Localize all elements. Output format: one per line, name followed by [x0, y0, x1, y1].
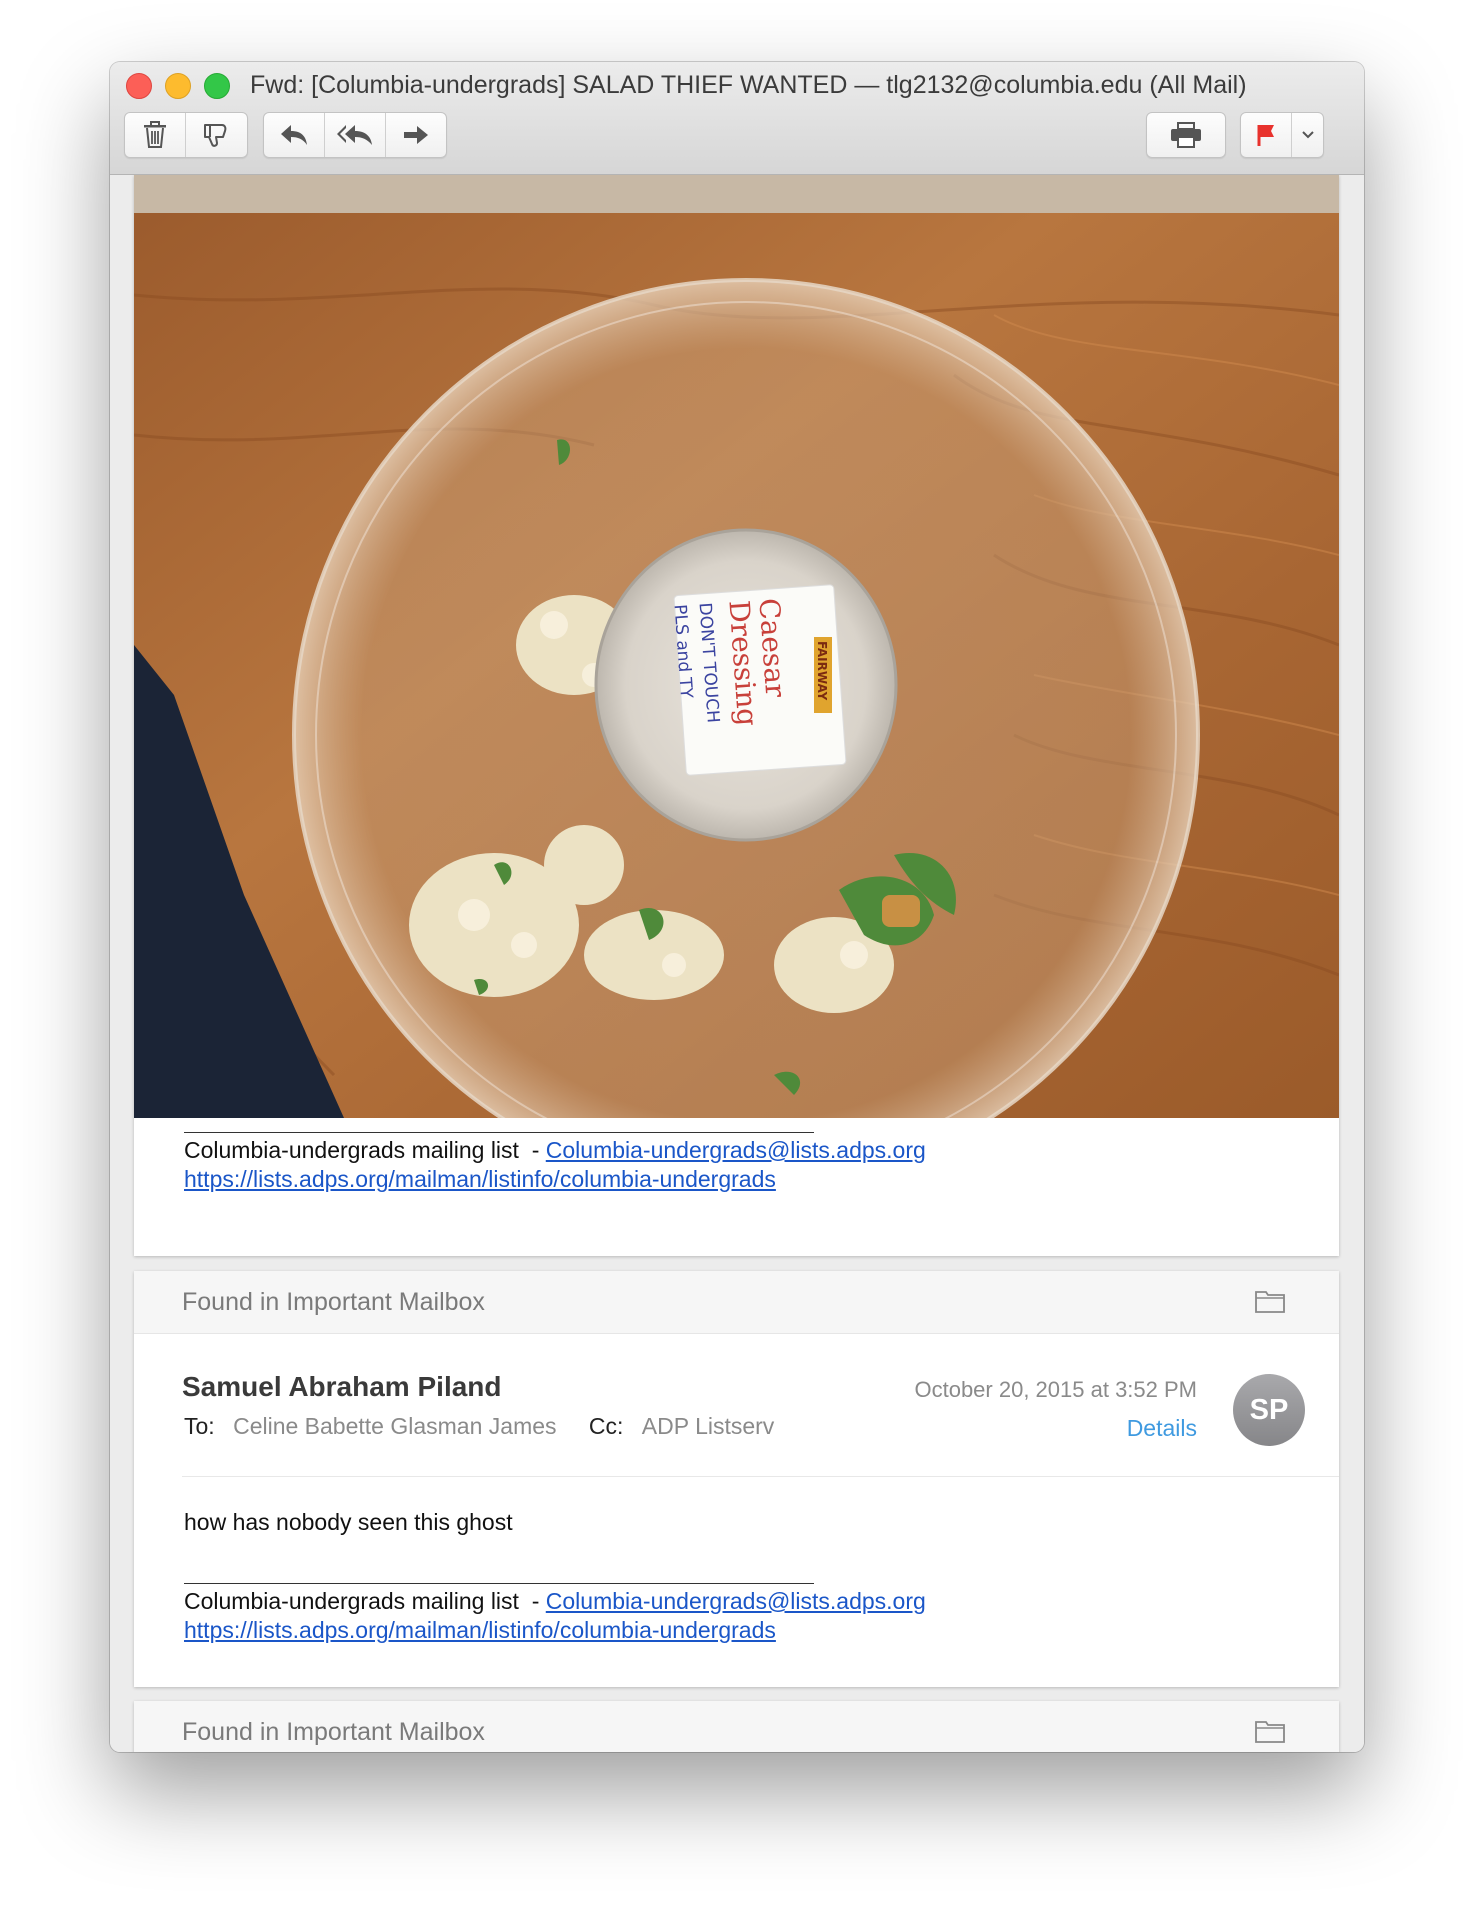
- flag-menu-button[interactable]: [1292, 113, 1323, 157]
- message-card: Caesar Dressing DON'T TOUCH PLS and TY F…: [134, 175, 1339, 1256]
- mailing-list-url-link[interactable]: https://lists.adps.org/mailman/listinfo/…: [184, 1617, 776, 1643]
- flag-icon: [1257, 125, 1274, 146]
- print-button[interactable]: [1147, 113, 1225, 157]
- print-icon: [1171, 122, 1201, 148]
- mailing-list-footer: Columbia-undergrads mailing list - Colum…: [184, 1132, 926, 1194]
- delete-button[interactable]: [125, 113, 186, 157]
- mailing-list-email-link[interactable]: Columbia-undergrads@lists.adps.org: [546, 1588, 926, 1614]
- header-divider: [182, 1476, 1339, 1477]
- message-date: October 20, 2015 at 3:52 PM: [914, 1377, 1197, 1402]
- details-link[interactable]: Details: [1127, 1415, 1197, 1442]
- reply-icon: [281, 125, 307, 145]
- reply-group: [263, 112, 447, 158]
- delete-junk-group: [124, 112, 248, 158]
- trash-icon: [144, 121, 166, 148]
- forward-button[interactable]: [386, 113, 446, 157]
- zoom-window-button[interactable]: [204, 73, 230, 99]
- to-label: To:: [184, 1413, 215, 1439]
- mailing-list-url-link[interactable]: https://lists.adps.org/mailman/listinfo/…: [184, 1166, 776, 1192]
- mailing-list-line: Columbia-undergrads mailing list - Colum…: [184, 1587, 926, 1616]
- title-bar: Fwd: [Columbia-undergrads] SALAD THIEF W…: [110, 62, 1364, 175]
- footer-rule: [184, 1583, 814, 1584]
- footer-rule: [184, 1132, 814, 1133]
- junk-icon: [204, 124, 227, 147]
- found-in-mailbox-bar: Found in Important Mailbox: [134, 1701, 1339, 1752]
- cc-label: Cc:: [588, 1413, 624, 1439]
- message-card: Found in Important Mailbox Samuel Abraha…: [134, 1271, 1339, 1687]
- mailing-list-prefix: Columbia-undergrads mailing list -: [184, 1137, 546, 1163]
- forward-icon: [404, 126, 428, 144]
- to-recipient[interactable]: Celine Babette Glasman James: [233, 1413, 556, 1439]
- mailing-list-footer: Columbia-undergrads mailing list - Colum…: [184, 1583, 926, 1645]
- cc-recipient[interactable]: ADP Listserv: [642, 1413, 775, 1439]
- salad-photo: Caesar Dressing DON'T TOUCH PLS and TY F…: [134, 175, 1339, 1118]
- reply-button[interactable]: [264, 113, 325, 157]
- found-in-mailbox-label: Found in Important Mailbox: [182, 1288, 485, 1316]
- window-title: Fwd: [Columbia-undergrads] SALAD THIEF W…: [250, 71, 1247, 99]
- print-group: [1146, 112, 1226, 158]
- folder-icon[interactable]: [1255, 1289, 1285, 1313]
- message-body: how has nobody seen this ghost: [184, 1509, 513, 1535]
- reply-all-icon: [337, 125, 372, 145]
- flag-group: [1240, 112, 1324, 158]
- flag-button[interactable]: [1241, 113, 1292, 157]
- mailing-list-line: Columbia-undergrads mailing list - Colum…: [184, 1136, 926, 1165]
- message-card: Found in Important Mailbox: [134, 1701, 1339, 1752]
- recipients-line: To: Celine Babette Glasman James Cc: ADP…: [184, 1413, 774, 1440]
- fairway-sticker: FAIRWAY: [815, 641, 829, 701]
- chevron-down-icon: [1301, 131, 1314, 139]
- reply-all-button[interactable]: [325, 113, 386, 157]
- minimize-window-button[interactable]: [165, 73, 191, 99]
- folder-icon[interactable]: [1255, 1719, 1285, 1743]
- sender-name[interactable]: Samuel Abraham Piland: [182, 1371, 502, 1403]
- mail-window: Fwd: [Columbia-undergrads] SALAD THIEF W…: [110, 62, 1364, 1752]
- mailing-list-email-link[interactable]: Columbia-undergrads@lists.adps.org: [546, 1137, 926, 1163]
- junk-button[interactable]: [186, 113, 246, 157]
- found-in-mailbox-bar: Found in Important Mailbox: [134, 1271, 1339, 1334]
- close-window-button[interactable]: [126, 73, 152, 99]
- found-in-mailbox-label: Found in Important Mailbox: [182, 1718, 485, 1746]
- avatar: SP: [1233, 1374, 1305, 1446]
- message-viewer[interactable]: Caesar Dressing DON'T TOUCH PLS and TY F…: [110, 175, 1364, 1752]
- mailing-list-prefix: Columbia-undergrads mailing list -: [184, 1588, 546, 1614]
